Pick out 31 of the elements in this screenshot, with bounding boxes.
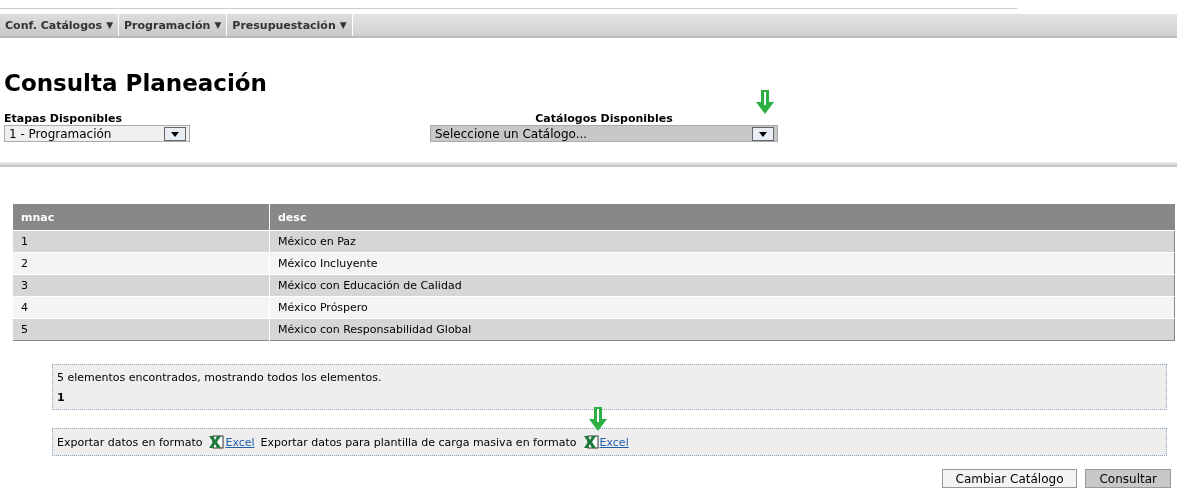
table-cell: 4 (12, 296, 270, 319)
menu-item[interactable]: Conf. Catálogos ▼ (0, 14, 120, 36)
catalog-dropdown[interactable]: Seleccione un Catálogo... (430, 125, 778, 142)
down-arrow-icon (756, 90, 774, 114)
column-header[interactable]: mnac (12, 204, 270, 231)
table-cell: 2 (12, 252, 270, 275)
page-number[interactable]: 1 (57, 391, 1162, 404)
table-cell: 5 (12, 318, 270, 341)
table-cell: 3 (12, 274, 270, 297)
table-cell: México con Educación de Calidad (269, 274, 1175, 297)
spreadsheet-icon (582, 435, 599, 449)
menu-item[interactable]: Presupuestación ▼ (227, 14, 353, 36)
table-cell: México en Paz (269, 230, 1175, 253)
field-label: Etapas Disponibles (4, 112, 123, 125)
excel-link[interactable]: Excel (225, 435, 255, 449)
table-cell: 1 (12, 230, 270, 253)
action-button[interactable]: Cambiar Catálogo (941, 469, 1078, 488)
column-header[interactable]: desc (269, 204, 1175, 231)
table-cell: México con Responsabilidad Global (269, 318, 1175, 341)
stage-dropdown[interactable]: 1 - Programación (4, 125, 190, 142)
menu-item[interactable]: Programación ▼ (119, 14, 228, 36)
results-summary: 5 elementos encontrados, mostrando todos los elementos. (57, 371, 383, 384)
action-button[interactable]: Consultar (1085, 469, 1171, 488)
table-cell: México Incluyente (269, 252, 1175, 275)
export-label: Exportar datos en formato (57, 435, 203, 449)
field-label: Catálogos Disponibles (535, 112, 673, 125)
excel-link[interactable]: Excel (599, 435, 629, 449)
export-label: Exportar datos para plantilla de carga masiva en formato (260, 435, 577, 449)
spreadsheet-icon (208, 435, 225, 449)
page-title: Consulta Planeación (4, 69, 268, 98)
table-cell: México Próspero (269, 296, 1175, 319)
